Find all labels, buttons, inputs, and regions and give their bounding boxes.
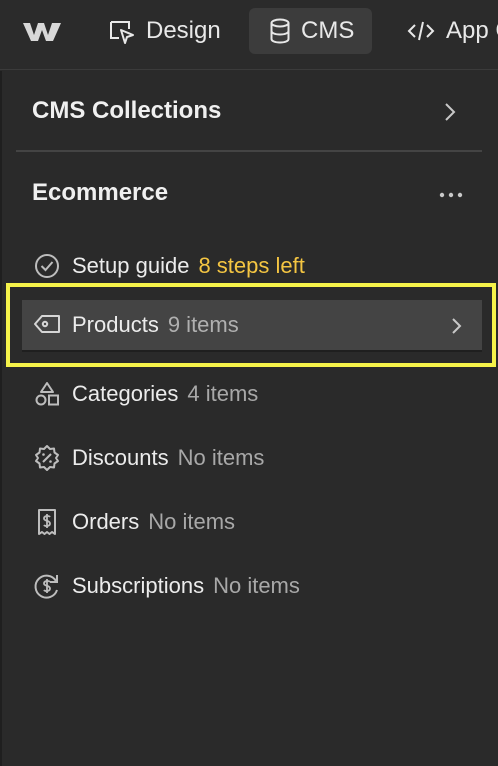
list-item-orders[interactable]: Orders No items	[32, 498, 235, 546]
setup-guide-steps: 8 steps left	[198, 253, 305, 278]
tab-design[interactable]: Design	[100, 8, 229, 54]
cms-panel	[0, 71, 498, 766]
setup-guide-label: Setup guide	[72, 253, 190, 278]
top-toolbar: Design CMS App G	[0, 0, 498, 70]
subscriptions-count: No items	[213, 573, 300, 598]
tab-cms[interactable]: CMS	[249, 8, 372, 54]
subscriptions-label: Subscriptions	[72, 573, 205, 598]
orders-count: No items	[148, 509, 236, 534]
design-cursor-icon	[110, 21, 134, 44]
cms-collections-header[interactable]: CMS Collections	[16, 80, 482, 152]
tab-app-label: App G	[446, 17, 498, 44]
cms-collections-title: CMS Collections	[32, 97, 222, 124]
list-item-categories[interactable]: Categories 4 items	[32, 370, 258, 418]
discounts-count: No items	[177, 445, 265, 470]
products-label: Products	[72, 312, 159, 337]
tag-icon	[32, 310, 62, 340]
percent-badge-icon	[32, 443, 62, 473]
more-dots-icon[interactable]	[436, 183, 466, 207]
discounts-label: Discounts	[72, 445, 169, 470]
chevron-right-icon[interactable]	[442, 100, 458, 124]
shapes-icon	[32, 379, 62, 409]
code-icon	[407, 21, 435, 41]
products-count: 9 items	[167, 312, 239, 337]
tab-cms-label: CMS	[301, 17, 355, 44]
check-circle-icon	[32, 251, 62, 281]
tab-design-label: Design	[146, 17, 221, 44]
ecommerce-section-title: Ecommerce	[32, 179, 169, 206]
receipt-icon	[32, 507, 62, 537]
list-item-subscriptions[interactable]: Subscriptions No items	[32, 562, 300, 610]
orders-label: Orders	[72, 509, 140, 534]
categories-label: Categories	[72, 381, 179, 406]
tab-app[interactable]: App G	[398, 8, 498, 54]
list-item-products[interactable]: Products 9 items	[22, 300, 482, 352]
categories-count: 4 items	[187, 381, 259, 406]
subscription-cycle-icon	[32, 571, 62, 601]
webflow-logo-icon[interactable]	[22, 20, 62, 44]
chevron-right-icon[interactable]	[450, 316, 464, 336]
list-item-discounts[interactable]: Discounts No items	[32, 434, 264, 482]
database-icon	[270, 18, 290, 44]
